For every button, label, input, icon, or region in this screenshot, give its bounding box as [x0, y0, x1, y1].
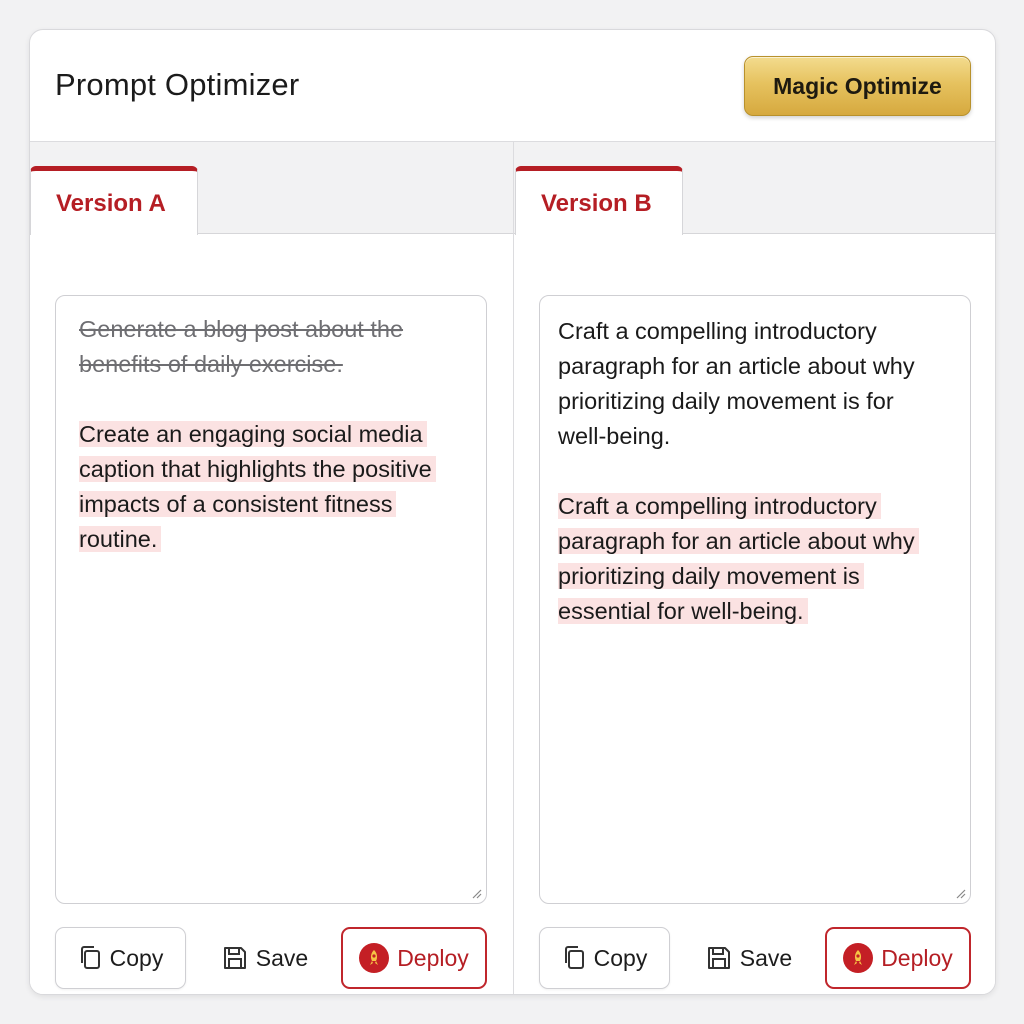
resize-handle-icon[interactable]: [954, 887, 966, 899]
original-text: Craft a compelling introductory paragrap…: [558, 318, 915, 449]
save-button[interactable]: Save: [205, 927, 325, 989]
rocket-icon: [359, 943, 390, 973]
deploy-button[interactable]: Deploy: [341, 927, 487, 989]
copy-label: Copy: [109, 944, 164, 971]
action-bar: Copy Save Deploy: [539, 927, 971, 989]
save-button[interactable]: Save: [689, 927, 809, 989]
resize-handle-icon[interactable]: [470, 887, 482, 899]
magic-optimize-button[interactable]: Magic Optimize: [744, 56, 971, 116]
copy-button[interactable]: Copy: [55, 927, 186, 989]
deploy-label: Deploy: [881, 944, 953, 971]
header: Prompt Optimizer Magic Optimize: [30, 30, 995, 142]
copy-label: Copy: [593, 944, 648, 971]
tab-label: Version A: [56, 190, 166, 217]
copy-button[interactable]: Copy: [539, 927, 670, 989]
tab-label: Version B: [541, 190, 652, 217]
added-text: Craft a compelling introductory paragrap…: [558, 493, 919, 624]
copy-icon: [564, 946, 584, 969]
tab-version-b[interactable]: Version B: [515, 166, 683, 235]
save-label: Save: [739, 944, 793, 971]
version-b-panel: Version B Craft a compelling introductor…: [513, 142, 995, 994]
removed-text: Generate a blog post about the benefits …: [79, 316, 404, 377]
tab-bar: Version B: [514, 142, 995, 235]
app-title: Prompt Optimizer: [55, 67, 300, 102]
deploy-button[interactable]: Deploy: [825, 927, 971, 989]
prompt-editor-a[interactable]: Generate a blog post about the benefits …: [55, 295, 487, 904]
tab-bar: Version A: [30, 142, 513, 235]
version-a-panel: Version A Generate a blog post about the…: [30, 142, 513, 994]
save-label: Save: [255, 944, 309, 971]
added-text: Create an engaging social media caption …: [79, 421, 436, 552]
prompt-optimizer-card: Prompt Optimizer Magic Optimize Version …: [29, 29, 996, 995]
tab-version-a[interactable]: Version A: [30, 166, 198, 235]
version-panels: Version A Generate a blog post about the…: [30, 142, 995, 994]
prompt-editor-b[interactable]: Craft a compelling introductory paragrap…: [539, 295, 971, 904]
copy-icon: [80, 946, 100, 969]
save-icon: [707, 947, 730, 969]
rocket-icon: [843, 943, 874, 973]
action-bar: Copy Save Deploy: [55, 927, 487, 989]
deploy-label: Deploy: [397, 944, 469, 971]
save-icon: [223, 947, 246, 969]
